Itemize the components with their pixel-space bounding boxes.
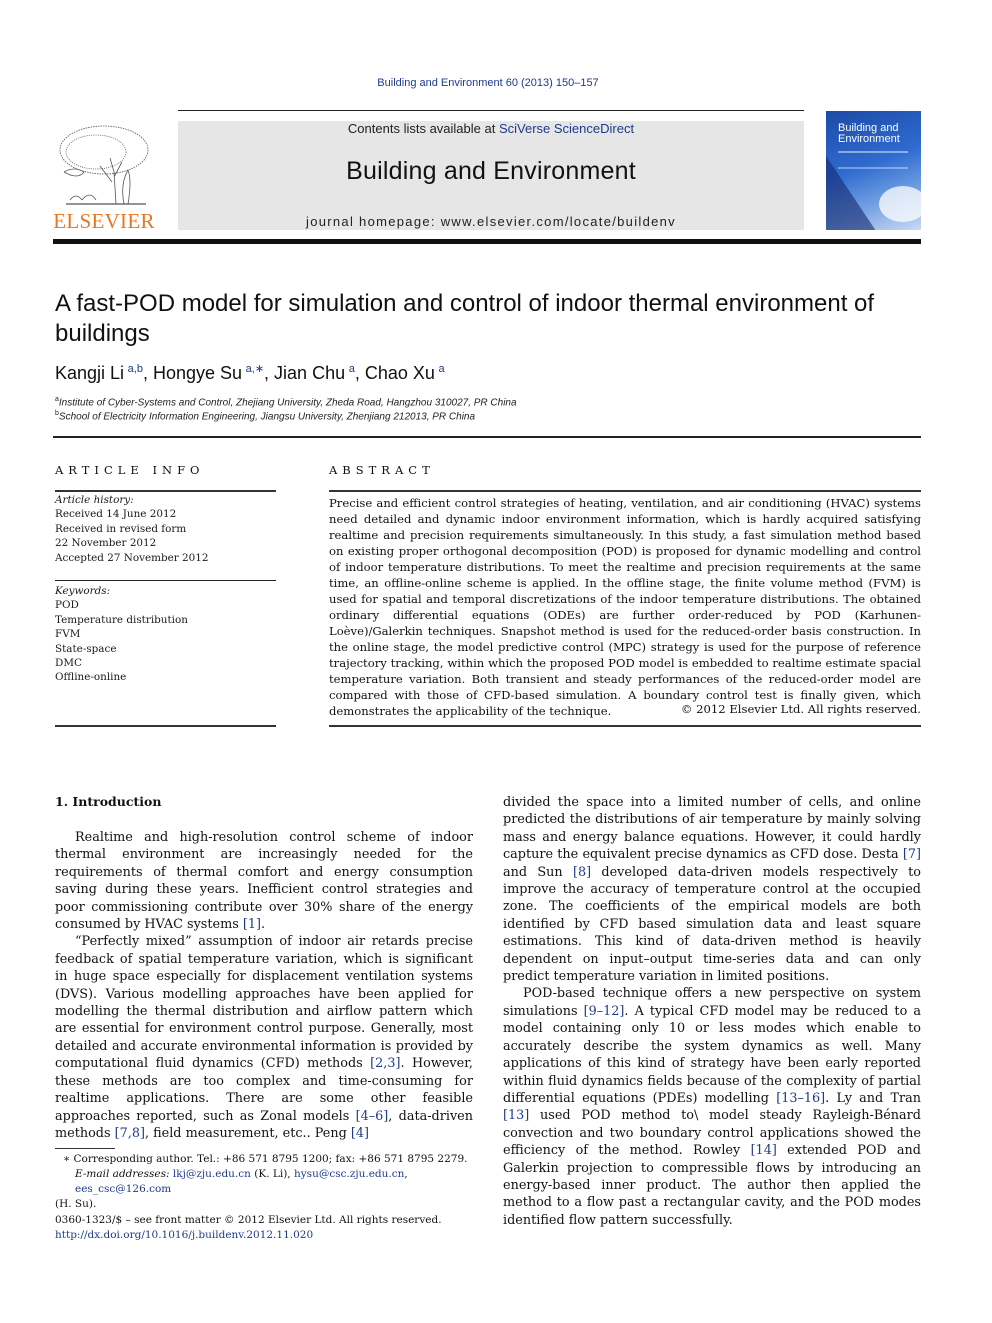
abstract-rule (329, 490, 921, 492)
cover-title: Building and Environment (838, 123, 900, 145)
keyword: Offline-online (55, 671, 127, 684)
info-rule (55, 490, 276, 492)
masthead-thick-rule (53, 239, 921, 244)
keywords: Keywords: POD Temperature distribution F… (55, 584, 276, 685)
affiliation-text: Institute of Cyber-Systems and Control, … (58, 397, 517, 409)
text-run: (K. Li), (250, 1168, 294, 1180)
email-link[interactable]: lkj@zju.edu.cn (173, 1168, 251, 1180)
email-line: E-mail addresses: lkj@zju.edu.cn (K. Li)… (55, 1167, 475, 1197)
citation-link[interactable]: [1] (243, 917, 261, 932)
abstract-text: Precise and efficient control strategies… (329, 496, 921, 718)
paragraph: POD-based technique offers a new perspec… (503, 985, 921, 1229)
author-affiliation-mark[interactable]: a,∗ (246, 363, 264, 375)
body-column-left: Realtime and high-resolution control sch… (55, 829, 473, 1142)
meta-rule (53, 436, 921, 438)
text-run: . Ly and Tran (825, 1090, 921, 1106)
affiliation: aInstitute of Cyber-Systems and Control,… (55, 396, 517, 408)
citation-link[interactable]: [4–6] (356, 1109, 389, 1124)
journal-title: Building and Environment (346, 157, 636, 185)
author-affiliation-mark[interactable]: a (439, 363, 445, 375)
citation-link[interactable]: [9–12] (584, 1004, 625, 1019)
email-link[interactable]: hysu@csc.zju.edu.cn (294, 1168, 404, 1180)
citation-link[interactable]: [13–16] (776, 1091, 825, 1106)
abstract-heading: ABSTRACT (329, 463, 435, 477)
contents-available-line: Contents lists available at SciVerse Sci… (178, 121, 804, 136)
corresponding-line: ∗ Corresponding author. Tel.: +86 571 87… (63, 1153, 468, 1165)
corresponding-author-footnote: ∗ Corresponding author. Tel.: +86 571 87… (55, 1152, 475, 1212)
header-rule (178, 110, 804, 111)
abstract-rule (329, 725, 921, 727)
elsevier-wordmark: ELSEVIER (53, 209, 155, 233)
info-rule (55, 580, 276, 581)
journal-cover-image[interactable]: Building and Environment (826, 111, 921, 230)
keyword: Temperature distribution (55, 613, 188, 626)
info-rule (55, 725, 276, 727)
article-info-heading: ARTICLE INFO (55, 463, 205, 477)
author-name: Hongye Su (152, 363, 243, 383)
section-heading-introduction: 1. Introduction (55, 794, 162, 809)
elsevier-tree-icon (59, 125, 149, 205)
author-list: Kangji Li a,b, Hongye Su a,∗, Jian Chu a… (55, 363, 445, 383)
author-name: Chao Xu (364, 363, 435, 383)
journal-citation-link[interactable]: Building and Environment 60 (2013) 150–1… (0, 77, 976, 89)
keyword: State-space (55, 642, 117, 655)
paper-title: A fast-POD model for simulation and cont… (55, 290, 875, 347)
cover-title-line: Environment (838, 133, 900, 145)
journal-homepage-link[interactable]: journal homepage: www.elsevier.com/locat… (178, 214, 804, 229)
author-affiliation-mark[interactable]: a,b (128, 363, 143, 375)
keyword: FVM (55, 628, 81, 641)
citation-link[interactable]: [7] (903, 847, 921, 862)
elsevier-logo[interactable]: ELSEVIER (52, 120, 156, 234)
affiliation: bSchool of Electricity Information Engin… (55, 410, 475, 422)
text-run: “Perfectly mixed” assumption of indoor a… (55, 934, 473, 1072)
cover-subtitle-lines (838, 151, 908, 169)
citation-link[interactable]: [8] (573, 865, 591, 880)
keyword: POD (55, 599, 79, 612)
citation-link[interactable]: [14] (751, 1143, 777, 1158)
issn-block: 0360-1323/$ – see front matter © 2012 El… (55, 1213, 495, 1243)
text-run: divided the space into a limited number … (503, 795, 921, 863)
citation-link[interactable]: [2,3] (370, 1056, 400, 1071)
paragraph: Realtime and high-resolution control sch… (55, 829, 473, 933)
cover-cloud-shape (879, 186, 921, 222)
affiliation-text: School of Electricity Information Engine… (58, 411, 476, 423)
citation-link[interactable]: [4] (351, 1126, 369, 1141)
keyword: DMC (55, 657, 82, 670)
sciencedirect-link[interactable]: SciVerse ScienceDirect (499, 121, 634, 136)
citation-link[interactable]: [7,8] (115, 1126, 145, 1141)
article-history: Article history: Received 14 June 2012 R… (55, 493, 276, 565)
history-item: Received 14 June 2012 (55, 508, 177, 521)
issn-line: 0360-1323/$ – see front matter © 2012 El… (55, 1214, 442, 1226)
text-run: . (261, 917, 266, 933)
author-name: Kangji Li (55, 363, 125, 383)
abstract-copyright: © 2012 Elsevier Ltd. All rights reserved… (680, 702, 921, 716)
history-label: Article history: (55, 494, 134, 506)
email-link[interactable]: ees_csc@126.com (75, 1183, 171, 1195)
author-name: Jian Chu (274, 363, 346, 383)
history-item: 22 November 2012 (55, 537, 157, 550)
email-owner: (H. Su). (55, 1198, 97, 1210)
body-column-right: divided the space into a limited number … (503, 794, 921, 1229)
author-affiliation-mark[interactable]: a (349, 363, 355, 375)
text-run: developed data-driven models respectivel… (503, 864, 922, 985)
keywords-label: Keywords: (55, 585, 111, 597)
text-run: , field measurement, etc.. Peng (144, 1125, 351, 1141)
journal-masthead: Contents lists available at SciVerse Sci… (178, 121, 804, 230)
paragraph: divided the space into a limited number … (503, 794, 921, 985)
doi-link[interactable]: http://dx.doi.org/10.1016/j.buildenv.201… (55, 1228, 495, 1243)
history-item: Received in revised form (55, 522, 187, 535)
email-label: E-mail addresses: (75, 1168, 170, 1180)
text-run: and Sun (503, 864, 573, 880)
citation-link[interactable]: [13] (503, 1108, 529, 1123)
text-run: , (404, 1168, 408, 1180)
history-item: Accepted 27 November 2012 (55, 551, 209, 564)
contents-prefix: Contents lists available at (347, 121, 499, 136)
paragraph: “Perfectly mixed” assumption of indoor a… (55, 933, 473, 1142)
footnote-rule (55, 1148, 115, 1149)
